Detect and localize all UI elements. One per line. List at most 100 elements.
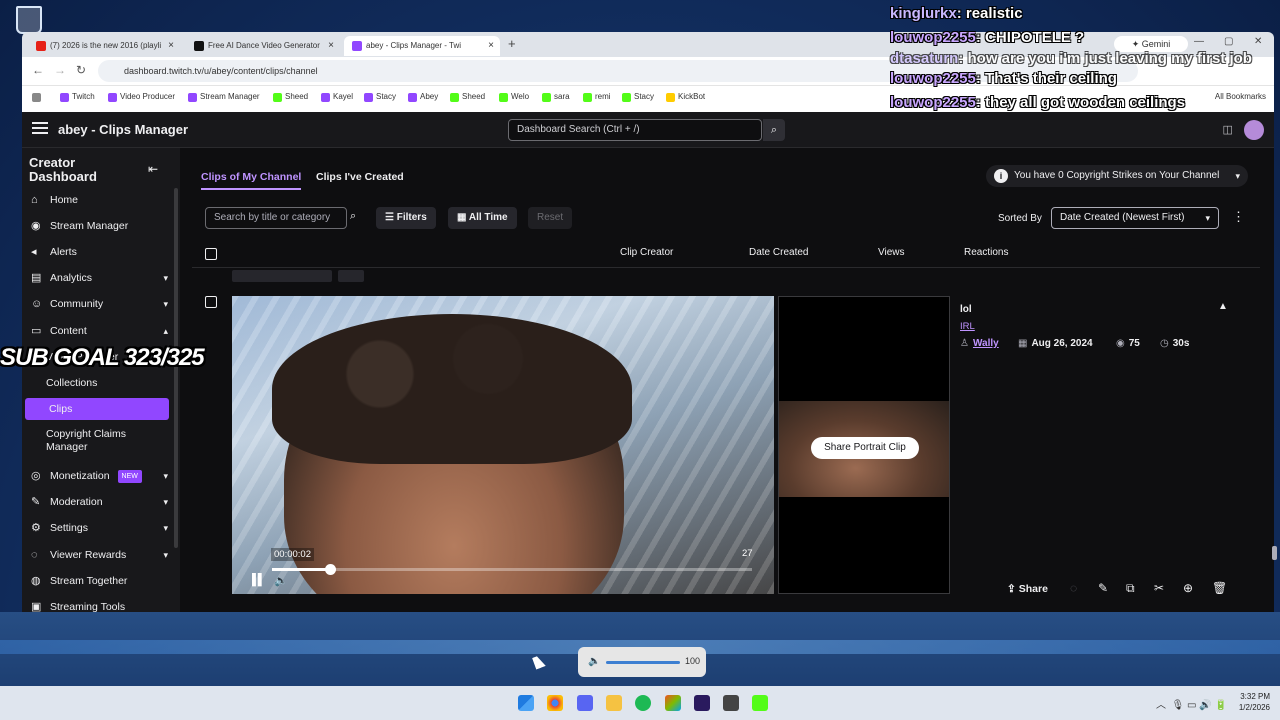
menu-icon[interactable] [32, 122, 48, 134]
reset-button[interactable]: Reset [528, 207, 573, 229]
content-icon: ▭ [31, 325, 42, 337]
discord-icon[interactable] [577, 695, 593, 711]
tab-clips-of-my-channel[interactable]: Clips of My Channel [201, 171, 302, 190]
sidebar-item-stream-manager[interactable]: ◉ Stream Manager [22, 215, 174, 237]
row-checkbox[interactable] [205, 296, 217, 308]
scrollbar-thumb[interactable] [1272, 546, 1277, 560]
tab-clips-i-created[interactable]: Clips I've Created [316, 171, 404, 188]
collapse-sidebar-icon[interactable]: ⇤ [148, 162, 158, 176]
sidebar-item-community[interactable]: ☺ Community ▾ [22, 293, 174, 315]
content-scrollbar[interactable] [1272, 266, 1277, 612]
close-tab-icon[interactable]: × [168, 36, 174, 56]
share-portrait-clip-button[interactable]: Share Portrait Clip [811, 437, 919, 459]
sidebar-item-collections[interactable]: Collections [22, 372, 174, 394]
volume-slider[interactable] [606, 661, 680, 664]
sidebar-item-alerts[interactable]: ◂ Alerts [22, 241, 174, 263]
close-tab-icon[interactable]: × [488, 36, 494, 56]
spotify-icon[interactable] [635, 695, 651, 711]
system-tray-icons[interactable]: ︿ 🎙 ▭ 🔊 🔋 [1156, 696, 1227, 711]
bookmark-abey[interactable]: Abey [408, 92, 438, 102]
filters-button[interactable]: ☰ Filters [376, 207, 436, 229]
premiere-icon[interactable] [694, 695, 710, 711]
twitch-icon [352, 41, 362, 51]
volume-icon[interactable]: 🔈 [274, 574, 288, 587]
bookmark-sheed[interactable]: Sheed [273, 92, 308, 102]
chat-line: louwop2255: they all got wooden ceilings [890, 94, 1186, 111]
sidebar-item-analytics[interactable]: ▤ Analytics ▾ [22, 267, 174, 289]
forward-icon[interactable]: → [54, 63, 66, 77]
sword-icon: ✎ [31, 496, 41, 508]
sidebar-item-settings[interactable]: ⚙ Settings ▾ [22, 517, 174, 539]
share-label: Share [1018, 583, 1048, 595]
bookmark-stacy-2[interactable]: Stacy [622, 92, 654, 102]
col-views[interactable]: Views [878, 247, 905, 258]
all-time-button[interactable]: ▦ All Time [448, 207, 517, 229]
youtube-icon [36, 41, 46, 51]
add-icon[interactable]: ⊕ [1183, 581, 1193, 595]
speaker-icon[interactable]: 🔈 [588, 656, 600, 667]
sidebar-item-viewer-rewards[interactable]: ◌ Viewer Rewards ▾ [22, 544, 174, 566]
clock[interactable]: 3:32 PM 1/2/2026 [1239, 691, 1270, 713]
bookmark-stacy[interactable]: Stacy [364, 92, 396, 102]
share-button[interactable]: ⇪ Share [1000, 578, 1060, 600]
search-icon[interactable]: ⌕ [763, 119, 785, 141]
col-reactions[interactable]: Reactions [964, 247, 1008, 258]
more-options-icon[interactable]: ⋮ [1232, 209, 1245, 225]
kick-icon[interactable] [752, 695, 768, 711]
bookmark-welo[interactable]: Welo [499, 92, 529, 102]
start-icon[interactable] [518, 695, 534, 711]
back-icon[interactable]: ← [32, 63, 44, 77]
sidebar-item-content[interactable]: ▭ Content ▴ [22, 320, 174, 342]
dashboard-search-input[interactable]: Dashboard Search (Ctrl + /) [508, 119, 762, 141]
browser-tab-twitch[interactable]: abey - Clips Manager - Twi × [344, 36, 500, 56]
clip-category-link[interactable]: IRL [960, 321, 975, 332]
bookmark-sheed-2[interactable]: Sheed [450, 92, 485, 102]
bookmark-sara[interactable]: sara [542, 92, 570, 102]
sidebar-item-streaming-tools[interactable]: ▣ Streaming Tools [22, 596, 174, 612]
edit-icon[interactable]: ✎ [1098, 581, 1108, 595]
sidebar-item-moderation[interactable]: ✎ Moderation ▾ [22, 491, 174, 513]
bookmark-remi[interactable]: remi [583, 92, 611, 102]
bookmark-twitch[interactable]: Twitch [60, 92, 95, 102]
recycle-bin-icon[interactable] [16, 6, 42, 34]
chrome-icon[interactable] [547, 695, 563, 711]
bookmark-kayel[interactable]: Kayel [321, 92, 353, 102]
select-all-checkbox[interactable] [205, 248, 217, 260]
sidebar-item-monetization[interactable]: ◎ Monetization NEW ▾ [22, 465, 174, 487]
obs-icon[interactable] [723, 695, 739, 711]
clip-video-player[interactable]: 00:00:02 27 ▌▌ 🔈 [232, 296, 774, 594]
copyright-strikes-banner[interactable]: i You have 0 Copyright Strikes on Your C… [986, 165, 1248, 187]
col-date-created[interactable]: Date Created [749, 247, 808, 258]
open-external-icon[interactable]: ⧉ [1126, 581, 1135, 596]
progress-bar[interactable] [272, 564, 752, 575]
clip-creator[interactable]: ♙ Wally [960, 337, 999, 350]
sidebar-item-copyright-claims[interactable]: Copyright Claims Manager [22, 424, 142, 456]
scissors-icon[interactable]: ✂ [1154, 581, 1164, 595]
app-icon[interactable] [665, 695, 681, 711]
sidebar-item-clips[interactable]: Clips [25, 398, 169, 420]
browser-tab-youtube[interactable]: (7) 2026 is the new 2016 (playli × [28, 36, 180, 56]
clip-search-input[interactable]: Search by title or category [205, 207, 347, 229]
browser-tab-dance[interactable]: Free AI Dance Video Generator × [186, 36, 340, 56]
sidebar-item-home[interactable]: ⌂ Home [22, 189, 174, 211]
pause-icon[interactable]: ▌▌ [252, 574, 266, 586]
bookmark-video-producer[interactable]: Video Producer [108, 92, 175, 102]
calendar-icon: ▦ [457, 212, 467, 223]
close-tab-icon[interactable]: × [328, 36, 334, 56]
chat-username: louwop2255 [890, 70, 976, 87]
bookmark-kickbot[interactable]: KickBot [666, 92, 705, 102]
creator-link[interactable]: Wally [973, 338, 999, 349]
folder-icon[interactable] [606, 695, 622, 711]
sort-select[interactable]: Date Created (Newest First) ▾ [1051, 207, 1219, 229]
sidebar-item-stream-together[interactable]: ◍ Stream Together [22, 570, 174, 592]
new-tab-button[interactable]: + [508, 36, 516, 51]
portrait-preview: Share Portrait Clip [778, 296, 950, 594]
search-icon[interactable]: ⌕ [350, 210, 356, 223]
col-clip-creator[interactable]: Clip Creator [620, 247, 673, 258]
chevron-up-icon[interactable]: ▲ [1218, 301, 1228, 312]
delete-icon[interactable]: 🗑 [1212, 581, 1227, 595]
bookmark-stream-manager[interactable]: Stream Manager [188, 92, 260, 102]
reload-icon[interactable]: ↻ [76, 63, 86, 77]
progress-handle[interactable] [324, 564, 336, 575]
tab-label: (7) 2026 is the new 2016 (playli [50, 41, 162, 50]
